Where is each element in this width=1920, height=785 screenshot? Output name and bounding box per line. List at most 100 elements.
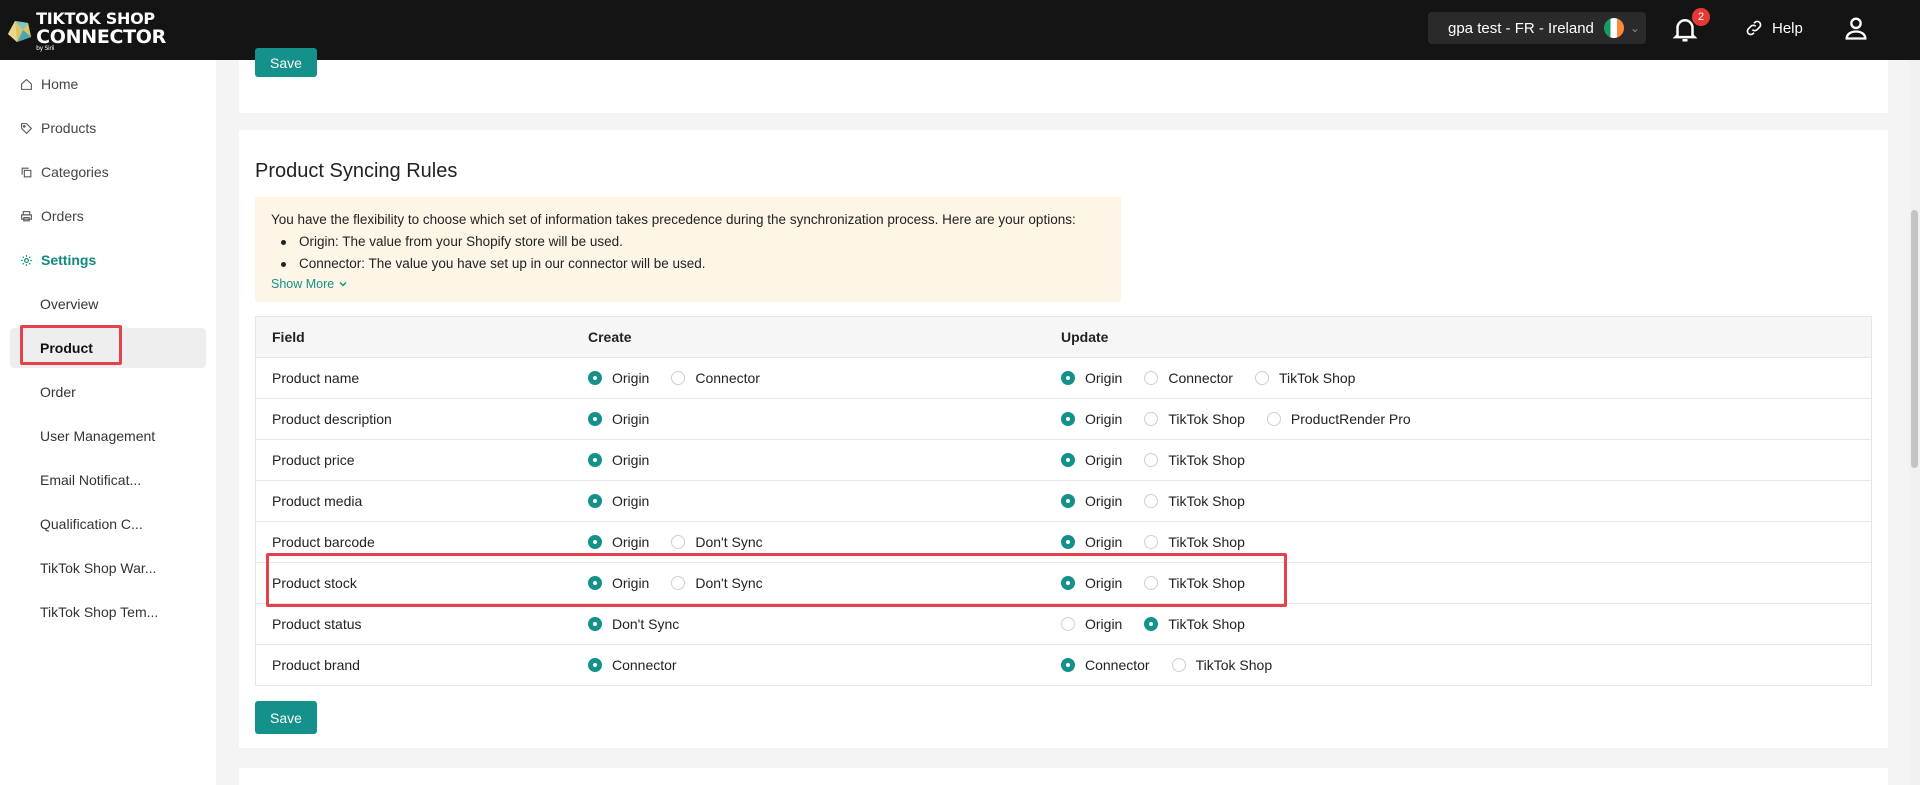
radio-unchecked-icon[interactable] <box>1144 412 1159 426</box>
radio-checked-icon[interactable] <box>588 412 602 426</box>
radio-label: Connector <box>1168 370 1233 386</box>
update-options: Origin TikTok Shop <box>1061 616 1267 632</box>
sidebar-sub-tiktok-warehouse[interactable]: TikTok Shop War... <box>40 556 156 580</box>
sidebar-sub-email-notifications[interactable]: Email Notificat... <box>40 468 141 492</box>
sidebar-item-home[interactable]: Home <box>20 72 78 96</box>
update-options: Connector TikTok Shop <box>1061 657 1294 673</box>
radio-checked-icon[interactable] <box>588 371 602 385</box>
radio-unchecked-icon[interactable] <box>1144 453 1159 467</box>
radio-option[interactable]: Origin <box>1061 452 1122 468</box>
field-name: Product barcode <box>272 534 375 550</box>
radio-unchecked-icon[interactable] <box>1144 494 1159 508</box>
sidebar-item-label: Categories <box>41 164 109 180</box>
scrollbar-thumb[interactable] <box>1911 210 1918 468</box>
radio-unchecked-icon[interactable] <box>1144 535 1159 549</box>
help-link[interactable]: Help <box>1744 14 1803 42</box>
radio-checked-icon[interactable] <box>1061 535 1075 549</box>
radio-checked-icon[interactable] <box>1061 412 1075 426</box>
store-selector[interactable]: gpa test - FR - Ireland ⌄ <box>1428 12 1646 44</box>
radio-option[interactable]: Origin <box>1061 411 1122 427</box>
radio-label: Origin <box>1085 452 1123 468</box>
radio-option[interactable]: Don't Sync <box>588 616 679 632</box>
radio-label: TikTok Shop <box>1168 452 1245 468</box>
user-icon[interactable] <box>1842 14 1870 42</box>
field-name: Product brand <box>272 657 360 673</box>
radio-label: Connector <box>1085 657 1150 673</box>
radio-unchecked-icon[interactable] <box>1266 412 1281 426</box>
radio-option[interactable]: Origin <box>1061 534 1122 550</box>
update-options: Origin TikTok Shop ProductRender Pro <box>1061 411 1433 427</box>
radio-option[interactable]: TikTok Shop <box>1144 534 1245 550</box>
field-name: Product status <box>272 616 362 632</box>
radio-option[interactable]: Origin <box>1061 493 1122 509</box>
save-button-top[interactable]: Save <box>255 48 317 77</box>
radio-option[interactable]: Connector <box>1061 657 1150 673</box>
radio-unchecked-icon[interactable] <box>1144 371 1159 385</box>
radio-option[interactable]: TikTok Shop <box>1144 452 1245 468</box>
radio-option[interactable]: Origin <box>588 370 649 386</box>
show-more-link[interactable]: Show More <box>271 277 1105 291</box>
gear-icon <box>21 254 32 266</box>
sidebar-sub-user-management[interactable]: User Management <box>40 424 155 448</box>
sidebar-item-products[interactable]: Products <box>20 116 96 140</box>
radio-checked-icon[interactable] <box>588 617 602 631</box>
radio-option[interactable]: Origin <box>588 452 649 468</box>
info-box: You have the flexibility to choose which… <box>255 197 1121 302</box>
radio-option[interactable]: TikTok Shop <box>1144 616 1245 632</box>
radio-checked-icon[interactable] <box>588 658 602 672</box>
radio-checked-icon[interactable] <box>588 535 602 549</box>
radio-option[interactable]: Origin <box>588 493 649 509</box>
sidebar-item-settings[interactable]: Settings <box>20 248 96 272</box>
header-field: Field <box>272 329 305 345</box>
radio-checked-icon[interactable] <box>1061 494 1075 508</box>
radio-unchecked-icon[interactable] <box>1061 617 1075 631</box>
radio-checked-icon[interactable] <box>1061 658 1075 672</box>
radio-option[interactable]: Don't Sync <box>671 534 763 550</box>
radio-option[interactable]: Origin <box>588 534 649 550</box>
create-options: Connector <box>588 657 699 673</box>
sidebar-sub-overview[interactable]: Overview <box>40 292 98 316</box>
update-options: Origin TikTok Shop <box>1061 452 1267 468</box>
radio-option[interactable]: Connector <box>1144 370 1233 386</box>
radio-option[interactable]: Origin <box>1061 616 1122 632</box>
radio-option[interactable]: ProductRender Pro <box>1266 411 1411 427</box>
radio-label: TikTok Shop <box>1278 370 1356 386</box>
radio-unchecked-icon[interactable] <box>1254 371 1269 385</box>
radio-checked-icon[interactable] <box>588 453 602 467</box>
radio-option[interactable]: TikTok Shop <box>1144 411 1245 427</box>
printer-icon <box>21 210 32 221</box>
radio-label: Origin <box>612 411 650 427</box>
sidebar-item-label: Home <box>41 76 79 92</box>
radio-option[interactable]: Connector <box>588 657 677 673</box>
sidebar-sub-order[interactable]: Order <box>40 380 76 404</box>
sidebar-item-orders[interactable]: Orders <box>20 204 84 228</box>
radio-checked-icon[interactable] <box>1061 453 1075 467</box>
radio-option[interactable]: TikTok Shop <box>1171 657 1272 673</box>
radio-checked-icon[interactable] <box>588 494 602 508</box>
radio-option[interactable]: Connector <box>671 370 760 386</box>
create-options: Origin Don't Sync <box>588 534 785 550</box>
radio-unchecked-icon[interactable] <box>671 371 686 385</box>
sidebar-sub-tiktok-template[interactable]: TikTok Shop Tem... <box>40 600 158 624</box>
store-label: gpa test - FR - Ireland <box>1448 19 1594 37</box>
sidebar-item-categories[interactable]: Categories <box>20 160 109 184</box>
radio-unchecked-icon[interactable] <box>671 535 686 549</box>
sidebar: Home Products Categories Orders Settings… <box>0 60 216 785</box>
radio-checked-icon[interactable] <box>1144 617 1159 631</box>
radio-label: Origin <box>1085 493 1123 509</box>
radio-unchecked-icon[interactable] <box>1171 658 1186 672</box>
radio-option[interactable]: Origin <box>588 411 649 427</box>
radio-option[interactable]: Origin <box>1061 370 1122 386</box>
sidebar-sub-qualification[interactable]: Qualification C... <box>40 512 143 536</box>
home-icon <box>21 78 32 90</box>
radio-label: Origin <box>1085 616 1123 632</box>
link-icon <box>1746 20 1762 36</box>
app-logo[interactable]: TIKTOK SHOP CONNECTOR by Sirii <box>6 6 166 56</box>
field-name: Product name <box>272 370 360 386</box>
table-row: Product description Origin Origin TikTok Sh… <box>256 399 1871 440</box>
radio-option[interactable]: TikTok Shop <box>1144 493 1245 509</box>
radio-checked-icon[interactable] <box>1061 371 1075 385</box>
header-update: Update <box>1061 329 1109 345</box>
save-button[interactable]: Save <box>255 701 317 734</box>
radio-option[interactable]: TikTok Shop <box>1254 370 1356 386</box>
